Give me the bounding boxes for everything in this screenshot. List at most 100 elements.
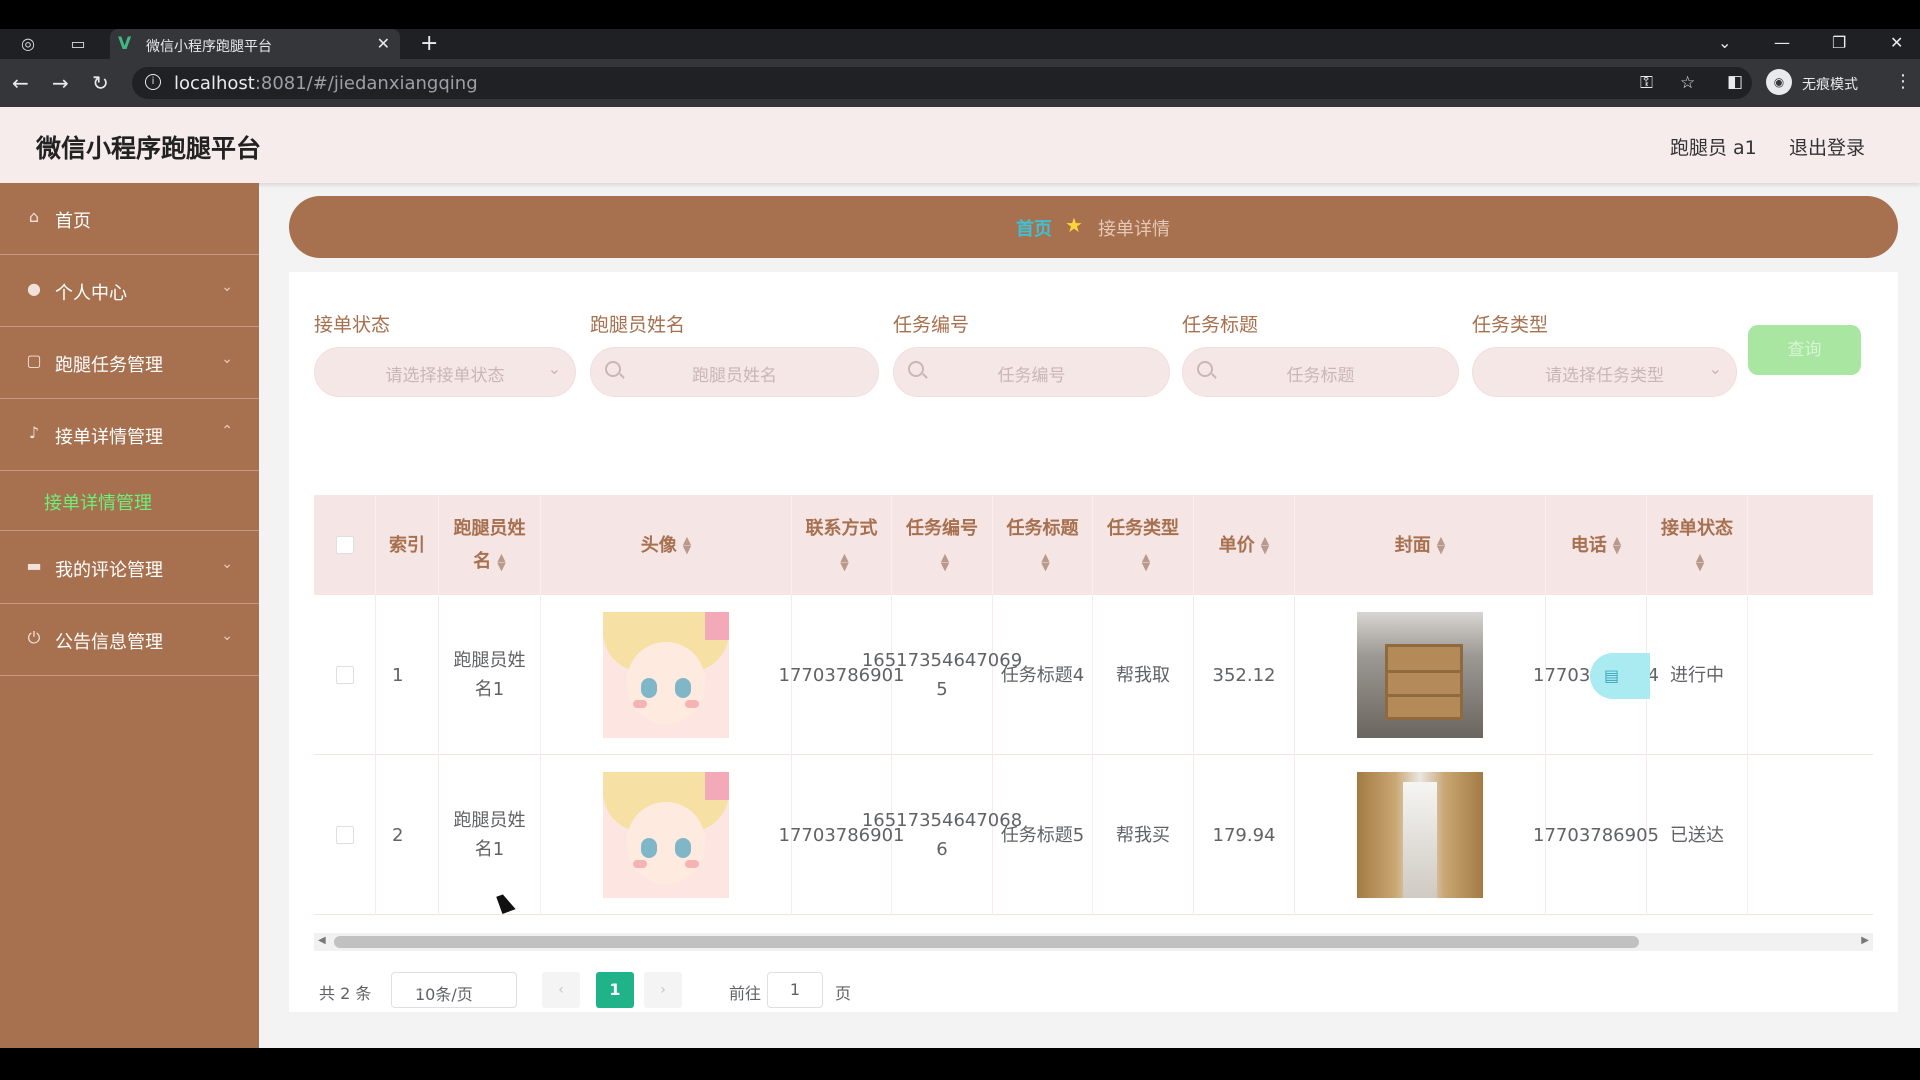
scrollbar-thumb[interactable] [334,936,1639,948]
sort-icon[interactable]: ▲ ▼ [683,535,691,555]
cell-price: 352.12 [1194,595,1295,755]
app-root: 微信小程序跑腿平台 跑腿员 a1 退出登录 ⌂ 首页 ● 个人中心 ⌄ ▢ 跑腿… [0,107,1920,1048]
next-page-button[interactable]: › [644,972,682,1008]
filter-task-no-label: 任务编号 [893,314,970,336]
filter-status-label: 接单状态 [314,314,391,336]
sidebar-item-home[interactable]: ⌂ 首页 [0,183,259,255]
cover-image[interactable] [1357,772,1483,898]
table-header: 索引 跑腿员姓名 ▲ ▼ 头像 ▲ ▼ 联系方式 ▲ ▼ 任务编号 ▲ ▼ 任务标题 ▲ ▼ 任务类… [314,495,1873,595]
cell-cover [1295,595,1546,755]
page-size-select[interactable]: 10条/页 ⌄ [391,972,517,1008]
select-all-checkbox[interactable] [335,536,354,554]
cell-index: 2 [376,755,439,915]
col-price[interactable]: 单价 ▲ ▼ [1194,495,1295,595]
orders-table: 索引 跑腿员姓名 ▲ ▼ 头像 ▲ ▼ 联系方式 ▲ ▼ 任务编号 ▲ ▼ 任务标题 ▲ ▼ 任务类… [314,495,1873,933]
sidebar-item-label: 首页 [55,211,91,232]
status-select[interactable]: 请选择接单状态 ⌄ [314,347,576,397]
sort-icon[interactable]: ▲ ▼ [1437,535,1445,555]
goto-page-input[interactable]: 1 [767,972,823,1008]
restore-icon[interactable]: ❐ [1832,33,1846,52]
chevron-up-icon: ⌃ [221,423,233,439]
vue-logo-icon: V [118,34,132,54]
sidebar-item-notices[interactable]: ⏻ 公告信息管理 ⌄ [0,604,259,676]
chevron-down-icon: ⌄ [221,628,233,644]
scroll-left-icon[interactable]: ◀ [318,935,326,946]
sidebar-item-order-details[interactable]: ♪ 接单详情管理 ⌃ [0,399,259,471]
cell-task-no: 16517354647069 5 [862,595,1022,755]
breadcrumb-home[interactable]: 首页 [1016,215,1052,241]
runner-name-input[interactable]: 跑腿员姓名 [590,347,879,397]
incognito-icon: ◉ [1766,69,1792,95]
incognito-label: 无痕模式 [1802,77,1858,93]
sidebar-item-profile[interactable]: ● 个人中心 ⌄ [0,255,259,327]
tab-search-icon[interactable]: ⌄ [1718,33,1731,52]
filter-task-title-label: 任务标题 [1182,314,1259,336]
address-bar[interactable]: i localhost:8081/#/jiedanxiangqing ⚿ ☆ [132,67,1752,99]
cell-task-no: 16517354647068 6 [862,755,1022,915]
browser-tab-active[interactable]: V 微信小程序跑腿平台 ✕ [110,29,400,59]
scroll-right-icon[interactable]: ▶ [1861,935,1869,946]
brand-title: 微信小程序跑腿平台 [36,134,262,163]
avatar[interactable] [603,612,729,738]
sidebar-subitem-order-details[interactable]: 接单详情管理 [0,471,259,531]
globe-icon[interactable]: ◎ [18,35,38,53]
col-avatar[interactable]: 头像 ▲ ▼ [541,495,792,595]
sort-icon[interactable]: ▲ ▼ [840,552,848,572]
sort-icon[interactable]: ▲ ▼ [941,552,949,572]
sort-icon[interactable]: ▲ ▼ [1613,535,1621,555]
key-icon[interactable]: ⚿ [1640,73,1653,93]
forward-icon[interactable]: → [52,71,69,95]
close-window-icon[interactable]: ✕ [1890,33,1903,52]
sort-icon[interactable]: ▲ ▼ [497,552,505,572]
search-button[interactable]: 查询 [1748,325,1861,375]
col-cover[interactable]: 封面 ▲ ▼ [1295,495,1546,595]
url-text[interactable]: localhost:8081/#/jiedanxiangqing [174,73,478,94]
sidebar: ⌂ 首页 ● 个人中心 ⌄ ▢ 跑腿任务管理 ⌄ ♪ 接单详情管理 ⌃ 接单详情… [0,183,259,1048]
minimize-icon[interactable]: — [1774,33,1790,52]
back-icon[interactable]: ← [12,71,29,95]
task-title-input[interactable]: 任务标题 [1182,347,1459,397]
reload-icon[interactable]: ↻ [92,71,109,95]
col-runner[interactable]: 跑腿员姓名 ▲ ▼ [439,495,541,595]
incognito-indicator[interactable]: ◉ 无痕模式 [1766,66,1876,100]
sort-icon[interactable]: ▲ ▼ [1041,552,1049,572]
browser-menu-icon[interactable]: ⋮ [1894,71,1912,92]
col-task-type[interactable]: 任务类型 ▲ ▼ [1093,495,1194,595]
sidebar-subitem-label: 接单详情管理 [44,493,152,514]
col-phone[interactable]: 电话 ▲ ▼ [1546,495,1647,595]
new-tab-icon[interactable]: + [420,31,438,56]
bookmark-star-icon[interactable]: ☆ [1680,73,1695,93]
avatar[interactable] [603,772,729,898]
sort-icon[interactable]: ▲ ▼ [1142,552,1150,572]
sidebar-item-label: 个人中心 [55,283,127,304]
cell-phone: 17703786905 [1533,755,1659,915]
info-icon[interactable]: i [145,74,161,90]
cover-image[interactable] [1357,612,1483,738]
chevron-down-icon: ⌄ [547,359,561,378]
col-status[interactable]: 接单状态 ▲ ▼ [1647,495,1748,595]
task-type-select[interactable]: 请选择任务类型 ⌄ [1472,347,1737,397]
page-number-current[interactable]: 1 [596,972,634,1008]
sort-icon[interactable]: ▲ ▼ [1696,552,1704,572]
sidebar-item-tasks[interactable]: ▢ 跑腿任务管理 ⌄ [0,327,259,399]
prev-page-button[interactable]: ‹ [542,972,580,1008]
task-icon: ▢ [26,351,42,370]
task-no-input[interactable]: 任务编号 [893,347,1170,397]
col-contact[interactable]: 联系方式 ▲ ▼ [792,495,892,595]
sidebar-item-comments[interactable]: ▬ 我的评论管理 ⌄ [0,532,259,604]
tab-strip-icon[interactable]: ▭ [68,35,88,53]
row-checkbox[interactable] [335,666,354,684]
col-task-title[interactable]: 任务标题 ▲ ▼ [993,495,1093,595]
tab-close-icon[interactable]: ✕ [377,34,390,53]
detail-button[interactable]: ▤ [1590,653,1650,699]
side-panel-icon[interactable]: ◧ [1727,72,1743,92]
content-panel: 接单状态 请选择接单状态 ⌄ 跑腿员姓名 跑腿员姓名 任务编号 任务编号 任务标… [289,272,1898,1012]
cell-price: 179.94 [1194,755,1295,915]
table-horizontal-scrollbar[interactable]: ◀ ▶ [314,933,1873,951]
goto-label: 前往 [729,984,762,1003]
logout-link[interactable]: 退出登录 [1789,133,1865,160]
col-task-no[interactable]: 任务编号 ▲ ▼ [892,495,993,595]
home-icon: ⌂ [28,207,40,226]
row-checkbox[interactable] [335,826,354,844]
sort-icon[interactable]: ▲ ▼ [1261,535,1269,555]
